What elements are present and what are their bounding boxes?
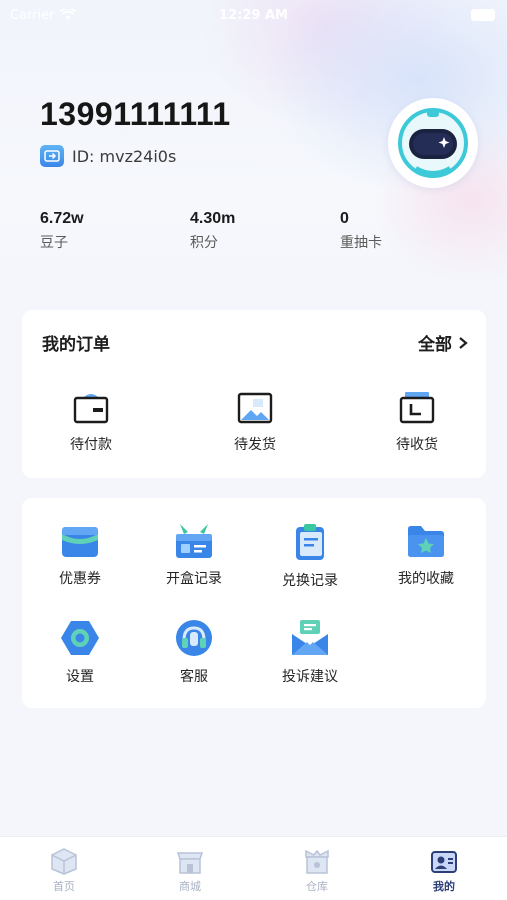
order-item-label: 待收货 bbox=[396, 437, 438, 453]
shop-icon bbox=[176, 852, 204, 874]
stat-label: 豆子 bbox=[40, 235, 68, 251]
tab-label: 仓库 bbox=[306, 880, 328, 893]
tab-home[interactable]: 首页 bbox=[24, 847, 104, 894]
service-box-records[interactable]: 开盒记录 bbox=[144, 522, 244, 588]
orders-title: 我的订单 bbox=[42, 335, 110, 355]
chevron-right-icon bbox=[459, 336, 468, 349]
order-pending-receipt[interactable]: 待收货 bbox=[372, 390, 462, 454]
stat-label: 重抽卡 bbox=[340, 235, 382, 251]
wallet-icon bbox=[73, 394, 109, 424]
order-item-label: 待发货 bbox=[234, 437, 276, 453]
service-label: 兑换记录 bbox=[282, 573, 338, 589]
battery-icon bbox=[471, 9, 495, 21]
envelope-icon bbox=[292, 620, 328, 655]
avatar[interactable] bbox=[388, 98, 478, 188]
service-feedback[interactable]: 投诉建议 bbox=[260, 618, 360, 686]
stat-points[interactable]: 4.30m 积分 bbox=[190, 210, 235, 252]
service-exchange-records[interactable]: 兑换记录 bbox=[260, 522, 360, 590]
order-pending-payment[interactable]: 待付款 bbox=[46, 390, 136, 454]
tab-shop[interactable]: 商城 bbox=[150, 847, 230, 894]
service-settings[interactable]: 设置 bbox=[30, 618, 130, 686]
gear-icon bbox=[61, 621, 99, 655]
services-card: 优惠券 开盒记录 兑换记录 我的收藏 设置 客服 投诉建议 bbox=[22, 498, 486, 708]
status-time: 12:29 AM bbox=[219, 7, 288, 23]
stat-value: 0 bbox=[340, 210, 349, 227]
stats-row: 6.72w 豆子 4.30m 积分 0 重抽卡 bbox=[40, 210, 480, 260]
user-id-text: ID: mvz24i0s bbox=[72, 146, 177, 166]
order-pending-shipment[interactable]: 待发货 bbox=[210, 390, 300, 454]
service-label: 客服 bbox=[180, 669, 208, 685]
service-label: 投诉建议 bbox=[282, 669, 338, 685]
receive-icon bbox=[399, 392, 435, 424]
home-box-icon bbox=[51, 848, 77, 875]
orders-card: 我的订单 全部 待付款 待发货 待收货 bbox=[22, 310, 486, 478]
service-coupons[interactable]: 优惠券 bbox=[30, 522, 130, 588]
tab-warehouse[interactable]: 仓库 bbox=[277, 847, 357, 894]
coupon-icon bbox=[62, 527, 98, 557]
service-favorites[interactable]: 我的收藏 bbox=[376, 522, 476, 588]
order-item-label: 待付款 bbox=[70, 437, 112, 453]
tab-label: 首页 bbox=[53, 880, 75, 893]
service-label: 设置 bbox=[66, 669, 94, 685]
stat-label: 积分 bbox=[190, 235, 218, 251]
folder-star-icon bbox=[408, 526, 444, 557]
service-label: 我的收藏 bbox=[398, 571, 454, 587]
stat-value: 4.30m bbox=[190, 210, 236, 227]
tab-profile[interactable]: 我的 bbox=[404, 847, 484, 894]
box-open-icon bbox=[176, 524, 212, 558]
stat-beans[interactable]: 6.72w 豆子 bbox=[40, 210, 84, 252]
profile-icon bbox=[431, 851, 457, 873]
id-card-icon bbox=[40, 145, 64, 167]
service-customer-service[interactable]: 客服 bbox=[144, 618, 244, 686]
user-phone: 13991111111 bbox=[40, 96, 231, 132]
headset-icon bbox=[176, 620, 212, 656]
package-icon bbox=[237, 392, 273, 424]
stat-redraw-cards[interactable]: 0 重抽卡 bbox=[340, 210, 382, 252]
status-bar: Carrier 12:29 AM bbox=[0, 0, 507, 30]
bottom-tab-bar: 首页 商城 仓库 我的 bbox=[0, 836, 507, 900]
orders-header: 我的订单 全部 bbox=[42, 330, 468, 355]
all-orders-link[interactable]: 全部 bbox=[418, 330, 468, 355]
clipboard-icon bbox=[296, 524, 324, 560]
warehouse-icon bbox=[305, 849, 329, 874]
tab-label: 商城 bbox=[179, 880, 201, 893]
service-label: 优惠券 bbox=[59, 571, 101, 587]
user-id-row[interactable]: ID: mvz24i0s bbox=[40, 145, 176, 167]
service-label: 开盒记录 bbox=[166, 571, 222, 587]
all-orders-label: 全部 bbox=[418, 335, 452, 355]
stat-value: 6.72w bbox=[40, 210, 84, 227]
tab-label: 我的 bbox=[433, 880, 455, 893]
astronaut-helmet-icon bbox=[398, 108, 468, 178]
